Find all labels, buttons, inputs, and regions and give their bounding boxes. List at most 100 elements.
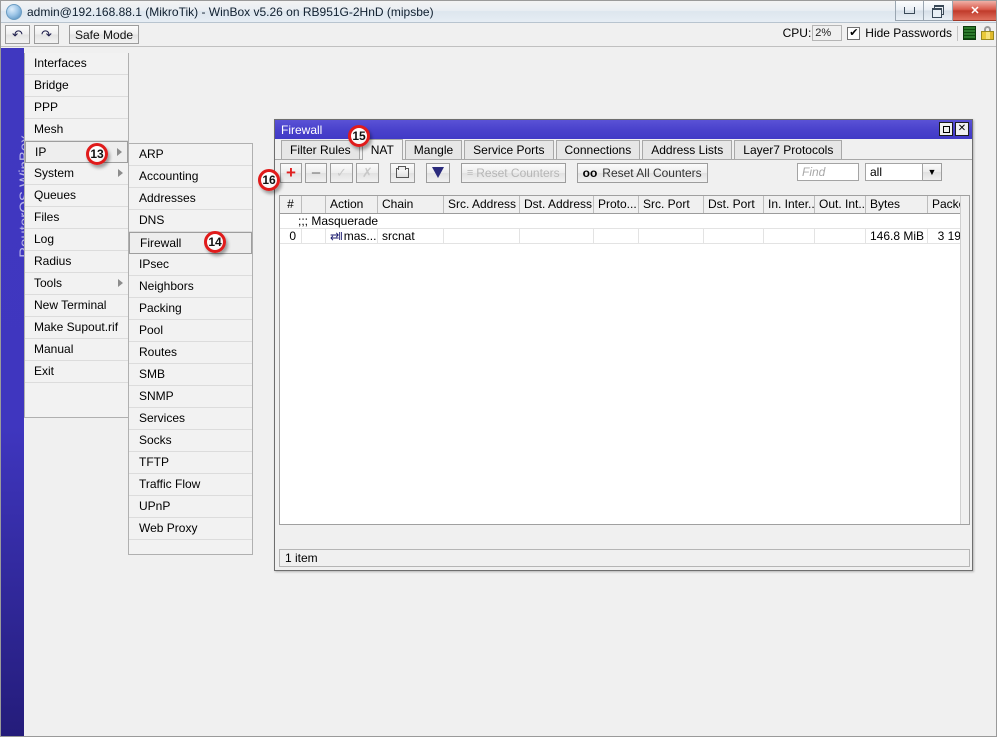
ip-submenu-item-label: UPnP [139, 499, 171, 513]
ip-submenu-item-ipsec[interactable]: IPsec [129, 254, 252, 276]
sidebar-item-queues[interactable]: Queues [25, 185, 128, 207]
hide-passwords-checkbox[interactable]: ✔ [847, 26, 861, 40]
firewall-title: Firewall [281, 122, 323, 137]
ip-submenu-item-tftp[interactable]: TFTP [129, 452, 252, 474]
close-button[interactable]: ✕ [953, 1, 996, 21]
redo-button[interactable]: ↷ [34, 25, 59, 44]
find-scope-input[interactable]: all [865, 163, 923, 181]
minimize-button[interactable] [895, 1, 924, 21]
column-header-dst-address[interactable]: Dst. Address [520, 196, 594, 213]
reset-all-counters-icon: oo [582, 165, 598, 180]
table-row[interactable]: 0⇄‖mas...srcnat146.8 MiB3 199 757 [280, 229, 969, 244]
reset-counters-button[interactable]: ≡ Reset Counters [460, 162, 566, 183]
column-header-bytes[interactable]: Bytes [866, 196, 928, 213]
column-header-dst-port[interactable]: Dst. Port [704, 196, 764, 213]
cell-num: 0 [280, 229, 302, 243]
sidebar-item-new-terminal[interactable]: New Terminal [25, 295, 128, 317]
ip-submenu-item-neighbors[interactable]: Neighbors [129, 276, 252, 298]
ip-submenu-item-smb[interactable]: SMB [129, 364, 252, 386]
ip-submenu-item-snmp[interactable]: SNMP [129, 386, 252, 408]
check-icon: ✓ [336, 164, 347, 180]
sidebar-item-bridge[interactable]: Bridge [25, 75, 128, 97]
cell-dst-address [520, 229, 594, 243]
column-header-src-address[interactable]: Src. Address [444, 196, 520, 213]
disable-rule-button[interactable]: ✗ [355, 162, 379, 183]
sidebar-item-make-supout-rif[interactable]: Make Supout.rif [25, 317, 128, 339]
sidebar-item-tools[interactable]: Tools [25, 273, 128, 295]
sidebar-item-manual[interactable]: Manual [25, 339, 128, 361]
firewall-close-button[interactable]: ✕ [955, 122, 969, 136]
tab-address-lists[interactable]: Address Lists [642, 140, 733, 159]
cell-src-address [444, 229, 520, 243]
filter-button[interactable] [425, 162, 450, 183]
table-vertical-scrollbar[interactable] [960, 196, 969, 524]
sidebar-item-mesh[interactable]: Mesh [25, 119, 128, 141]
lock-icon[interactable] [981, 26, 994, 40]
maximize-icon [942, 125, 950, 133]
ip-submenu-item-routes[interactable]: Routes [129, 342, 252, 364]
rule-comment: ;;; Masquerade [298, 214, 379, 228]
restore-button[interactable] [924, 1, 953, 21]
enable-rule-button[interactable]: ✓ [330, 162, 353, 183]
ip-submenu-item-packing[interactable]: Packing [129, 298, 252, 320]
undo-button[interactable]: ↶ [5, 25, 30, 44]
sidebar-item-label: Queues [34, 188, 77, 202]
find-input[interactable]: Find [797, 163, 859, 181]
ip-submenu-panel: ARP Accounting Addresses DNS Firewall IPsec Ne… [128, 143, 253, 555]
masquerade-arrows-icon: ⇄‖ [330, 231, 343, 243]
sidebar-item-exit[interactable]: Exit [25, 361, 128, 383]
tab-layer7-protocols[interactable]: Layer7 Protocols [734, 140, 843, 159]
tab-filter-rules[interactable]: Filter Rules [281, 140, 360, 159]
tab-mangle[interactable]: Mangle [404, 140, 463, 159]
ip-submenu-item-label: Firewall [140, 236, 182, 250]
firewall-maximize-button[interactable] [939, 122, 953, 136]
sidebar-item-system[interactable]: System [25, 163, 128, 185]
hide-passwords-label: Hide Passwords [865, 26, 952, 40]
ip-submenu-item-traffic-flow[interactable]: Traffic Flow [129, 474, 252, 496]
ip-submenu-item-firewall[interactable]: Firewall [129, 232, 252, 254]
ip-submenu-item-label: Accounting [139, 169, 199, 183]
firewall-titlebar: Firewall ✕ [275, 120, 972, 139]
tab-service-ports[interactable]: Service Ports [464, 140, 554, 159]
find-scope-dropdown-button[interactable]: ▼ [923, 163, 942, 181]
ip-submenu-item-accounting[interactable]: Accounting [129, 166, 252, 188]
sidebar-item-interfaces[interactable]: Interfaces [25, 53, 128, 75]
ip-submenu-item-services[interactable]: Services [129, 408, 252, 430]
sidebar-item-ppp[interactable]: PPP [25, 97, 128, 119]
column-header--[interactable]: # [280, 196, 302, 213]
column-header-proto-[interactable]: Proto... [594, 196, 639, 213]
add-rule-button[interactable]: + [280, 162, 302, 183]
remove-rule-button[interactable]: – [305, 162, 327, 183]
cell-in-interface [764, 229, 815, 243]
column-header-blank[interactable] [302, 196, 326, 213]
column-header-action[interactable]: Action [326, 196, 378, 213]
sidebar-item-radius[interactable]: Radius [25, 251, 128, 273]
tab-connections[interactable]: Connections [555, 140, 641, 159]
ip-submenu-item-label: SMB [139, 367, 166, 381]
firewall-window-controls: ✕ [939, 122, 969, 136]
ip-submenu-item-label: Traffic Flow [139, 477, 201, 491]
firewall-window: Firewall ✕ Filter Rules NAT Mangle Service … [274, 119, 973, 571]
safe-mode-button[interactable]: Safe Mode [69, 25, 140, 44]
redo-icon: ↷ [41, 27, 52, 42]
traffic-graph-icon[interactable] [963, 26, 976, 40]
ip-submenu-item-dns[interactable]: DNS [129, 210, 252, 232]
ip-submenu-item-web-proxy[interactable]: Web Proxy [129, 518, 252, 540]
column-header-chain[interactable]: Chain [378, 196, 444, 213]
table-body: ;;; Masquerade 0 ⇄‖ mas... srcnat 146.8 MiB 3 … [280, 214, 969, 244]
cell-action-text: mas... [343, 229, 377, 243]
column-header-src-port[interactable]: Src. Port [639, 196, 704, 213]
comment-button[interactable] [389, 162, 415, 183]
ip-submenu-item-socks[interactable]: Socks [129, 430, 252, 452]
table-comment-row[interactable]: ;;; Masquerade [280, 214, 969, 229]
column-header-out-int-[interactable]: Out. Int... [815, 196, 866, 213]
sidebar-item-files[interactable]: Files [25, 207, 128, 229]
ip-submenu-item-arp[interactable]: ARP [129, 144, 252, 166]
ip-submenu-item-pool[interactable]: Pool [129, 320, 252, 342]
ip-submenu-item-addresses[interactable]: Addresses [129, 188, 252, 210]
ip-submenu-item-upnp[interactable]: UPnP [129, 496, 252, 518]
column-header-in-inter-[interactable]: In. Inter... [764, 196, 815, 213]
sidebar-item-log[interactable]: Log [25, 229, 128, 251]
sidebar-item-ip[interactable]: IP [25, 141, 128, 163]
reset-all-counters-button[interactable]: oo Reset All Counters [576, 162, 708, 183]
